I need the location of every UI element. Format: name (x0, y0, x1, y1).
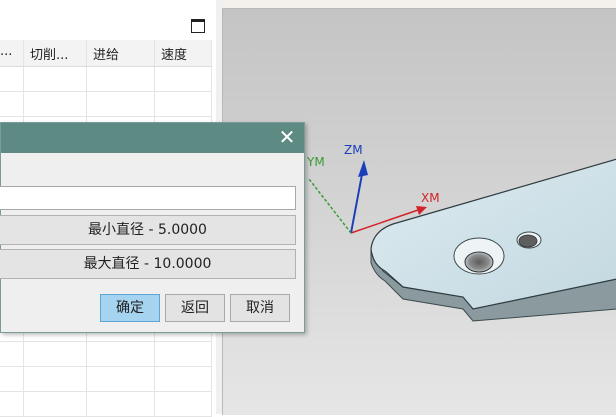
table-cell (0, 392, 24, 416)
hole-diameter-dialog: ✕ 最小直径 - 5.0000 最大直径 - 10.0000 确定 返回 取消 (0, 122, 305, 333)
table-cell (87, 392, 155, 416)
y-axis-line (308, 178, 352, 234)
max-diameter-button[interactable]: 最大直径 - 10.0000 (0, 249, 296, 279)
table-cell (155, 67, 212, 91)
z-axis-line (350, 168, 364, 234)
z-axis-arrow (358, 160, 368, 177)
table-row[interactable] (0, 392, 212, 417)
viewport-top-border (222, 0, 616, 8)
maximize-icon[interactable] (191, 19, 205, 33)
countersink-hole-inner (464, 251, 494, 273)
table-cell (24, 367, 87, 391)
table-cell (155, 367, 212, 391)
cancel-button[interactable]: 取消 (230, 294, 290, 322)
table-cell (87, 92, 155, 116)
table-cell (155, 392, 212, 416)
table-cell (24, 342, 87, 366)
table-cell (87, 342, 155, 366)
column-header[interactable]: 进给 (87, 40, 155, 66)
x-axis-arrow (416, 206, 427, 215)
table-cell (155, 342, 212, 366)
close-icon[interactable]: ✕ (276, 126, 298, 148)
table-row[interactable] (0, 342, 212, 367)
z-axis-label: ZM (344, 143, 363, 157)
table-cell (0, 92, 24, 116)
plate-top-face (370, 158, 616, 310)
table-cell (24, 67, 87, 91)
back-button[interactable]: 返回 (165, 294, 225, 322)
x-axis-label: XM (421, 191, 440, 205)
column-header[interactable]: 切削... (24, 40, 87, 66)
small-hole-inner (518, 234, 538, 248)
table-cell (87, 367, 155, 391)
table-row[interactable] (0, 67, 212, 92)
column-header[interactable]: ... (0, 40, 24, 66)
table-row[interactable] (0, 92, 212, 117)
y-axis-label: YM (307, 155, 325, 169)
table-header-row: ... 切削... 进给 速度 (0, 40, 212, 67)
column-header[interactable]: 速度 (155, 40, 212, 66)
table-cell (0, 367, 24, 391)
min-diameter-button[interactable]: 最小直径 - 5.0000 (0, 215, 296, 245)
table-row[interactable] (0, 367, 212, 392)
ok-button[interactable]: 确定 (100, 294, 160, 322)
dialog-title-bar[interactable]: ✕ (1, 123, 304, 153)
table-cell (0, 67, 24, 91)
table-cell (87, 67, 155, 91)
table-cell (155, 92, 212, 116)
table-cell (24, 92, 87, 116)
dialog-input[interactable] (0, 186, 296, 210)
table-cell (24, 392, 87, 416)
table-cell (0, 342, 24, 366)
